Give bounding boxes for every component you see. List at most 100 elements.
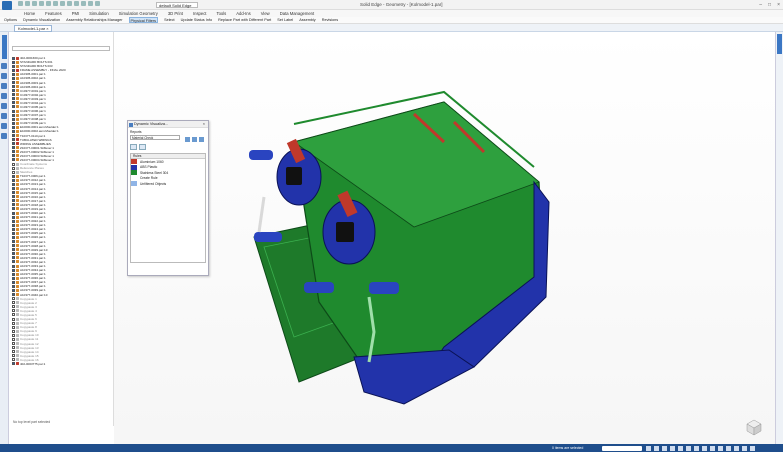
command-search-input[interactable] (602, 445, 642, 451)
visibility-checkbox[interactable] (12, 260, 15, 264)
redo-icon[interactable] (46, 1, 51, 6)
help-icon[interactable] (1, 133, 7, 139)
ribbon-revisions[interactable]: Revisions (322, 17, 338, 23)
view-cube[interactable] (745, 418, 763, 436)
parts-library-icon[interactable] (1, 63, 7, 69)
visibility-checkbox[interactable] (12, 305, 15, 309)
visibility-checkbox[interactable] (12, 178, 15, 182)
document-selector[interactable]: default Solid Edge (156, 2, 198, 8)
visibility-checkbox[interactable] (12, 223, 15, 227)
visibility-checkbox[interactable] (12, 268, 15, 272)
visibility-checkbox[interactable] (12, 60, 15, 64)
rule-item[interactable]: Unfiltered Objects (131, 181, 205, 187)
visibility-checkbox[interactable] (12, 117, 15, 121)
visibility-checkbox[interactable] (12, 138, 15, 142)
open-icon[interactable] (25, 1, 30, 6)
ribbon-set-label[interactable]: Set Label (277, 17, 293, 23)
visibility-checkbox[interactable] (12, 252, 15, 256)
visibility-checkbox[interactable] (12, 219, 15, 223)
menu-features[interactable]: Features (45, 10, 62, 17)
visibility-checkbox[interactable] (12, 293, 15, 297)
menu-pmi[interactable]: PMI (72, 10, 79, 17)
visibility-checkbox[interactable] (12, 158, 15, 162)
visibility-checkbox[interactable] (12, 346, 15, 350)
search-icon[interactable] (130, 144, 137, 150)
zoom-icon[interactable] (67, 1, 72, 6)
new-report-icon[interactable] (185, 137, 190, 142)
display-icon[interactable] (742, 445, 747, 451)
visibility-checkbox[interactable] (12, 264, 15, 268)
visibility-checkbox[interactable] (12, 56, 15, 60)
shading-icon[interactable] (710, 445, 715, 451)
visibility-checkbox[interactable] (12, 182, 15, 186)
menu-simulation-geometry[interactable]: Simulation Geometry (119, 10, 158, 17)
visibility-checkbox[interactable] (12, 89, 15, 93)
visibility-checkbox[interactable] (12, 101, 15, 105)
visibility-checkbox[interactable] (12, 272, 15, 276)
help-icon[interactable] (199, 137, 204, 142)
visibility-checkbox[interactable] (12, 231, 15, 235)
visibility-checkbox[interactable] (12, 174, 15, 178)
visibility-checkbox[interactable] (12, 191, 15, 195)
visibility-checkbox[interactable] (12, 284, 15, 288)
perspective-icon[interactable] (726, 445, 731, 451)
visibility-checkbox[interactable] (12, 93, 15, 97)
visibility-checkbox[interactable] (12, 240, 15, 244)
visibility-checkbox[interactable] (12, 248, 15, 252)
close-icon[interactable]: × (777, 2, 780, 8)
zoom-area-icon[interactable] (646, 445, 651, 451)
visibility-checkbox[interactable] (12, 125, 15, 129)
visibility-checkbox[interactable] (12, 280, 15, 284)
visibility-checkbox[interactable] (12, 203, 15, 207)
menu-add-ins[interactable]: Add-Ins (236, 10, 250, 17)
visibility-checkbox[interactable] (12, 142, 15, 146)
visibility-checkbox[interactable] (12, 337, 15, 341)
ribbon-replace-part[interactable]: Replace Part with Different Part (218, 17, 271, 23)
visibility-checkbox[interactable] (12, 129, 15, 133)
visibility-checkbox[interactable] (12, 362, 15, 366)
coffee-machine-model[interactable] (114, 32, 775, 444)
visibility-checkbox[interactable] (12, 199, 15, 203)
pathfinder-search-input[interactable] (12, 46, 110, 51)
visibility-checkbox[interactable] (12, 235, 15, 239)
3d-viewport[interactable] (114, 32, 775, 444)
visibility-checkbox[interactable] (12, 134, 15, 138)
rotate-icon[interactable] (88, 1, 93, 6)
visibility-checkbox[interactable] (12, 150, 15, 154)
visibility-checkbox[interactable] (12, 154, 15, 158)
measure-icon[interactable] (95, 1, 100, 6)
ribbon-assembly-relationships[interactable]: Assembly Relationships Manager (66, 17, 122, 23)
features-icon[interactable] (1, 93, 7, 99)
visibility-checkbox[interactable] (12, 76, 15, 80)
visibility-checkbox[interactable] (12, 288, 15, 292)
print-icon[interactable] (53, 1, 58, 6)
menu-inspect[interactable]: Inspect (193, 10, 207, 17)
visibility-checkbox[interactable] (12, 207, 15, 211)
menu-simulation[interactable]: Simulation (89, 10, 109, 17)
visibility-checkbox[interactable] (12, 325, 15, 329)
visibility-checkbox[interactable] (12, 121, 15, 125)
ribbon-physical-filters[interactable]: Physical Filters (128, 17, 159, 23)
visibility-checkbox[interactable] (12, 187, 15, 191)
view-cube-icon[interactable] (745, 418, 763, 436)
style-icon[interactable] (702, 445, 707, 451)
visibility-checkbox[interactable] (12, 301, 15, 305)
select-tools-icon[interactable] (1, 113, 7, 119)
visibility-checkbox[interactable] (12, 162, 15, 166)
save-icon[interactable] (32, 1, 37, 6)
select-icon[interactable] (60, 1, 65, 6)
doc-tab-kolmodel[interactable]: Kolmodel-1.par × (14, 25, 52, 32)
ribbon-options[interactable]: Options (4, 17, 17, 23)
view-orient-icon[interactable] (694, 445, 699, 451)
ribbon-dynamic-visualization[interactable]: Dynamic Visualization (23, 17, 60, 23)
layers-icon[interactable] (1, 73, 7, 79)
visibility-checkbox[interactable] (12, 64, 15, 68)
report-dropdown[interactable]: Material Check (130, 135, 180, 140)
visibility-checkbox[interactable] (12, 317, 15, 321)
visibility-checkbox[interactable] (12, 227, 15, 231)
visibility-checkbox[interactable] (12, 313, 15, 317)
application-button[interactable] (2, 1, 12, 10)
new-icon[interactable] (18, 1, 23, 6)
menu-home[interactable]: Home (24, 10, 35, 17)
visibility-checkbox[interactable] (12, 166, 15, 170)
